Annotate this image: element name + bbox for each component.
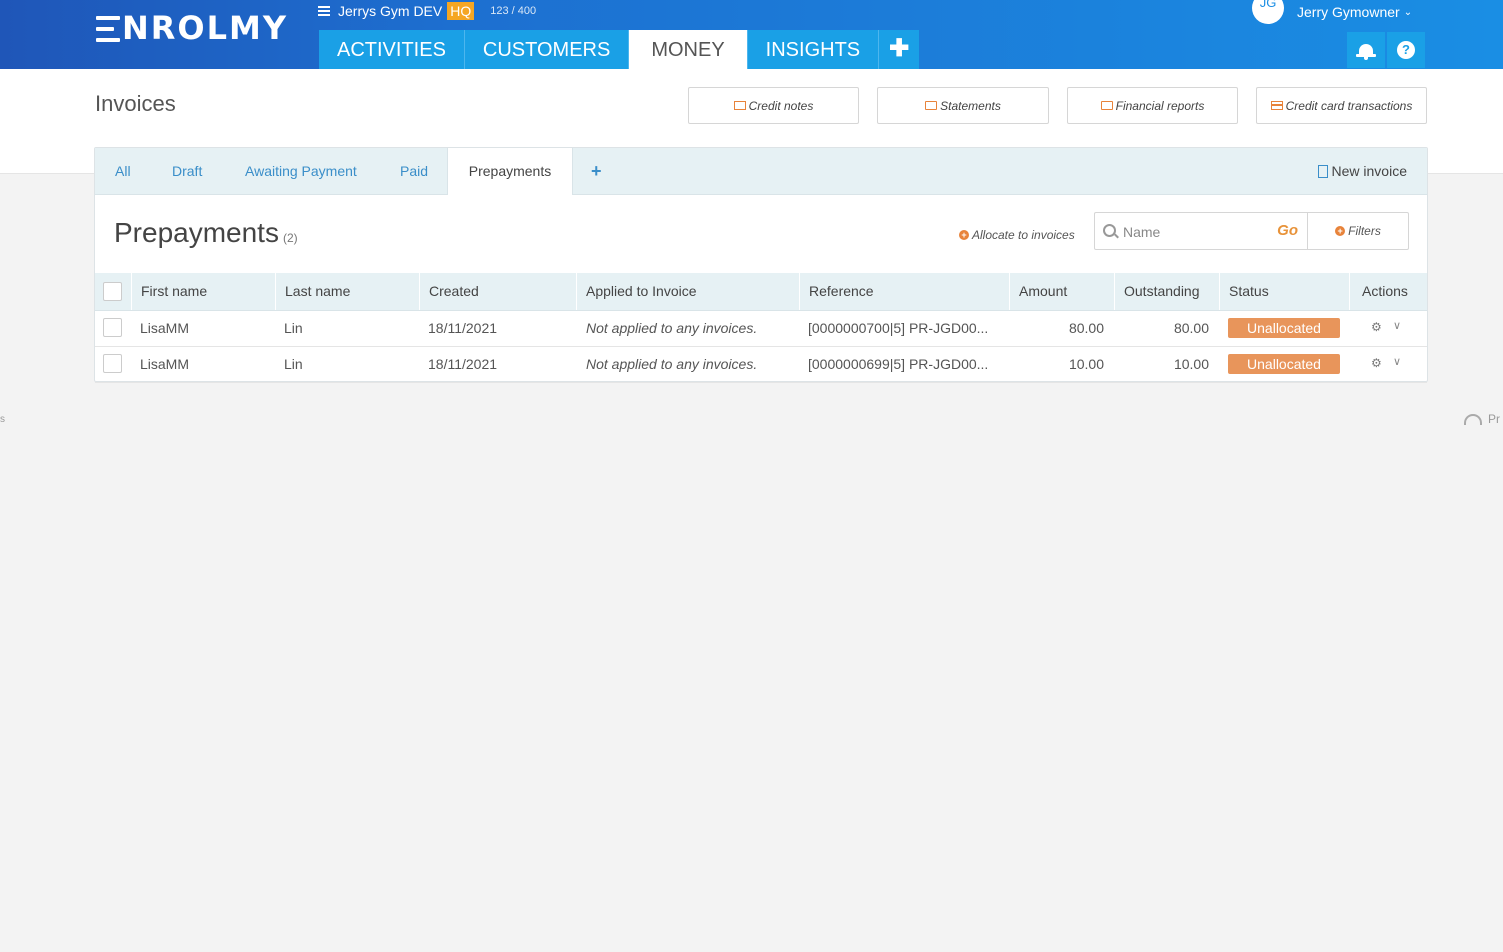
gauge-icon — [1464, 413, 1482, 425]
subtab-all[interactable]: All — [115, 148, 131, 194]
user-name[interactable]: Jerry Gymowner — [1297, 4, 1400, 20]
cell-applied-to-invoice: Not applied to any invoices. — [586, 320, 758, 336]
subtab-awaiting-payment[interactable]: Awaiting Payment — [245, 148, 357, 194]
bell-icon — [1356, 44, 1376, 60]
allocate-to-invoices-button[interactable]: + Allocate to invoices — [959, 228, 1075, 242]
plus-circle-icon: + — [959, 230, 969, 240]
filters-label: Filters — [1348, 224, 1381, 238]
credit-card-transactions-button[interactable]: Credit card transactions — [1256, 87, 1427, 124]
cell-created: 18/11/2021 — [428, 356, 498, 372]
help-button[interactable]: ? — [1387, 32, 1425, 68]
nav-tab-activities[interactable]: ACTIVITIES — [319, 30, 465, 69]
subtab-paid[interactable]: Paid — [400, 148, 428, 194]
row-checkbox[interactable] — [103, 354, 122, 373]
cell-created: 18/11/2021 — [428, 320, 498, 336]
gear-icon[interactable]: ⚙ — [1371, 357, 1382, 369]
column-header-created[interactable]: Created — [419, 273, 576, 310]
gear-icon[interactable]: ⚙ — [1371, 321, 1382, 333]
gym-count: 123 / 400 — [490, 5, 537, 17]
column-header-outstanding[interactable]: Outstanding — [1114, 273, 1219, 310]
hamburger-menu-icon[interactable] — [318, 6, 330, 16]
new-invoice-button[interactable]: New invoice — [1317, 148, 1407, 194]
subtab-draft[interactable]: Draft — [172, 148, 202, 194]
logo-text: NROLMY — [122, 9, 289, 47]
cell-reference: [0000000699|5] PR-JGD00... — [808, 356, 989, 372]
invoices-panel: All Draft Awaiting Payment Paid Prepayme… — [94, 147, 1428, 383]
chevron-down-icon[interactable]: ∨ — [1393, 321, 1403, 332]
right-edge-label: Pr — [1488, 412, 1500, 426]
user-menu[interactable]: JG Jerry Gymowner ⌄ — [1252, 0, 1412, 24]
column-header-status[interactable]: Status — [1219, 273, 1349, 310]
cell-first-name: LisaMM — [140, 356, 190, 372]
nav-add-plus-icon[interactable]: ✚ — [879, 30, 920, 69]
search-input[interactable] — [1121, 222, 1265, 242]
notifications-button[interactable] — [1347, 32, 1385, 68]
left-edge-fragment: s — [0, 414, 5, 425]
allocate-label: Allocate to invoices — [972, 228, 1075, 242]
column-header-last-name[interactable]: Last name — [275, 273, 419, 310]
statements-button[interactable]: Statements — [877, 87, 1049, 124]
credit-card-icon — [1270, 101, 1283, 110]
avatar[interactable]: JG — [1252, 0, 1284, 24]
gym-name: Jerrys Gym DEV — [338, 3, 443, 19]
main-nav: ACTIVITIES CUSTOMERS MONEY INSIGHTS ✚ — [319, 30, 920, 69]
statements-label: Statements — [940, 98, 1001, 113]
section-title: Prepayments (2) — [114, 217, 298, 249]
nav-tab-insights[interactable]: INSIGHTS — [747, 30, 880, 69]
new-invoice-label: New invoice — [1331, 163, 1407, 179]
documents-icon — [925, 101, 938, 110]
right-edge-widget[interactable]: Pr — [1464, 412, 1500, 426]
credit-notes-button[interactable]: Credit notes — [688, 87, 859, 124]
credit-card-transactions-label: Credit card transactions — [1285, 98, 1413, 113]
cell-first-name: LisaMM — [140, 320, 190, 336]
status-badge: Unallocated — [1228, 354, 1340, 374]
cell-amount: 80.00 — [1068, 320, 1104, 336]
search-icon — [1103, 224, 1116, 237]
section-title-text: Prepayments — [114, 217, 279, 248]
section-count: (2) — [282, 231, 298, 245]
hq-badge: HQ — [447, 2, 475, 20]
table-row[interactable]: LisaMM Lin 18/11/2021 Not applied to any… — [95, 346, 1427, 383]
cell-last-name: Lin — [284, 356, 303, 372]
cell-reference: [0000000700|5] PR-JGD00... — [808, 320, 989, 336]
column-header-applied-to-invoice[interactable]: Applied to Invoice — [576, 273, 799, 310]
financial-reports-button[interactable]: Financial reports — [1067, 87, 1238, 124]
column-header-actions: Actions — [1349, 273, 1427, 310]
help-icon: ? — [1397, 41, 1415, 59]
column-header-reference[interactable]: Reference — [799, 273, 1009, 310]
nav-tab-money[interactable]: MONEY — [629, 30, 748, 69]
cell-outstanding: 10.00 — [1173, 356, 1209, 372]
column-header-first-name[interactable]: First name — [131, 273, 275, 310]
row-checkbox[interactable] — [103, 318, 122, 337]
chevron-down-icon[interactable]: ∨ — [1393, 357, 1403, 368]
chevron-down-icon[interactable]: ⌄ — [1404, 7, 1412, 18]
document-icon — [1317, 164, 1328, 178]
column-header-amount[interactable]: Amount — [1009, 273, 1114, 310]
search-box: Go — [1094, 212, 1308, 250]
invoice-subtabs: All Draft Awaiting Payment Paid Prepayme… — [95, 148, 1427, 195]
top-header: NROLMY Jerrys Gym DEV HQ 123 / 400 ACTIV… — [0, 0, 1503, 69]
filters-button[interactable]: + Filters — [1307, 212, 1409, 250]
nav-tab-customers[interactable]: CUSTOMERS — [464, 30, 630, 69]
subtab-add-plus-icon[interactable]: + — [591, 148, 602, 194]
gym-switcher[interactable]: Jerrys Gym DEV HQ 123 / 400 — [318, 1, 536, 21]
status-badge: Unallocated — [1228, 318, 1340, 338]
logo-e-mark — [96, 16, 120, 42]
plus-circle-icon: + — [1335, 226, 1346, 236]
documents-icon — [1100, 101, 1113, 110]
credit-notes-label: Credit notes — [748, 98, 814, 113]
money-note-icon — [733, 101, 746, 110]
table-header: First name Last name Created Applied to … — [95, 273, 1427, 311]
go-button[interactable]: Go — [1277, 222, 1298, 239]
enrolmy-logo[interactable]: NROLMY — [96, 8, 288, 48]
page-title: Invoices — [95, 91, 176, 116]
cell-applied-to-invoice: Not applied to any invoices. — [586, 356, 758, 372]
select-all-checkbox[interactable] — [103, 282, 122, 301]
table-row[interactable]: LisaMM Lin 18/11/2021 Not applied to any… — [95, 310, 1427, 347]
financial-reports-label: Financial reports — [1115, 98, 1205, 113]
cell-last-name: Lin — [284, 320, 303, 336]
cell-outstanding: 80.00 — [1173, 320, 1209, 336]
cell-amount: 10.00 — [1068, 356, 1104, 372]
subtab-prepayments[interactable]: Prepayments — [447, 148, 573, 195]
